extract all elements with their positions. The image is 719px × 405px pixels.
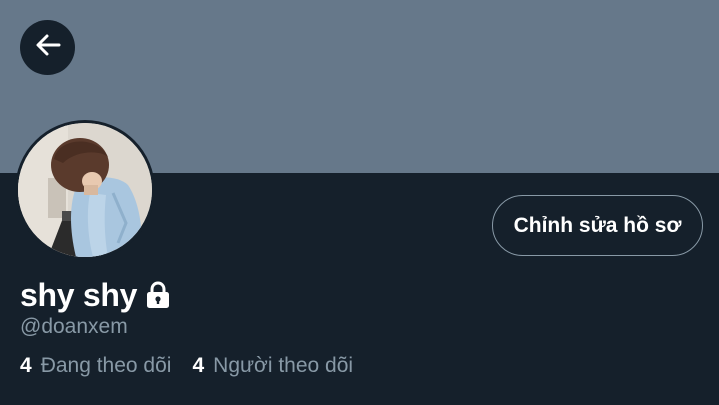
user-handle: @doanxem	[20, 315, 128, 338]
lock-icon	[145, 281, 171, 309]
followers-label: Người theo dõi	[213, 354, 354, 377]
following-label: Đang theo dõi	[40, 354, 172, 377]
arrow-left-icon	[33, 30, 63, 65]
followers-link[interactable]: 4 Người theo dõi	[192, 354, 353, 378]
avatar[interactable]	[15, 120, 155, 260]
avatar-image	[18, 123, 152, 257]
edit-profile-button[interactable]: Chỉnh sửa hồ sơ	[492, 195, 703, 256]
profile-screen: Chỉnh sửa hồ sơ shy shy @doanxem 4 Đang …	[0, 0, 719, 405]
following-count: 4	[20, 354, 32, 377]
follow-stats: 4 Đang theo dõi 4 Người theo dõi	[20, 354, 353, 378]
back-button[interactable]	[20, 20, 75, 75]
name-row: shy shy	[20, 275, 171, 315]
display-name: shy shy	[20, 276, 138, 313]
following-link[interactable]: 4 Đang theo dõi	[20, 354, 171, 378]
followers-count: 4	[192, 354, 205, 377]
